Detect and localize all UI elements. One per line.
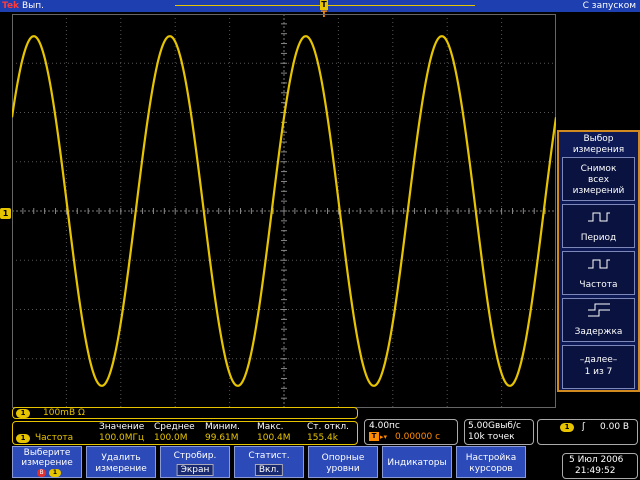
- datetime-readout: 5 Июл 2006 21:49:52: [562, 453, 638, 479]
- frequency-button[interactable]: Частота: [562, 251, 635, 295]
- select-meas-line2: измерение: [21, 458, 73, 468]
- sample-rate: 5.00Gвыб/с: [468, 421, 521, 431]
- waveform-display[interactable]: [12, 14, 556, 408]
- trigger-level: 0.00 B: [600, 422, 630, 432]
- time: 21:49:52: [575, 466, 616, 476]
- run-state: Вып.: [22, 1, 45, 11]
- side-menu-title: Выбор измерения: [559, 134, 638, 156]
- remove-meas-line1: Удалить: [101, 453, 141, 463]
- trigger-readout[interactable]: 1 ʃ 0.00 B: [537, 419, 638, 445]
- statistics-label: Статист.: [248, 451, 290, 461]
- trigger-offset-icon: T: [369, 432, 379, 441]
- gating-button[interactable]: Стробир. Экран: [160, 446, 230, 478]
- acquisition-readout[interactable]: 5.00Gвыб/с 10k точек: [464, 419, 534, 445]
- period-label: Период: [580, 233, 617, 243]
- meas-ch1-badge: 1: [16, 434, 30, 443]
- meas-header-mean: Среднее: [154, 422, 195, 432]
- side-menu-title-line1: Выбор: [583, 134, 614, 144]
- bottom-menu: Выберите измерение B 1 Удалить измерение…: [0, 446, 640, 480]
- snapshot-all-button[interactable]: Снимок всех измерений: [562, 157, 635, 201]
- gating-value: Экран: [176, 464, 214, 476]
- indicators-label: Индикаторы: [387, 458, 447, 468]
- reference-levels-button[interactable]: Опорные уровни: [308, 446, 378, 478]
- ref-levels-line1: Опорные: [321, 453, 365, 463]
- horizontal-scale: 4.00пс: [369, 421, 400, 431]
- meas-header-value: Значение: [99, 422, 145, 432]
- statistics-value: Вкл.: [254, 464, 284, 476]
- snapshot-line1: Снимок: [580, 164, 617, 174]
- period-button[interactable]: Период: [562, 204, 635, 248]
- gating-label: Стробир.: [173, 451, 217, 461]
- trigger-position-marker: T: [320, 0, 328, 10]
- remove-measurement-button[interactable]: Удалить измерение: [86, 446, 156, 478]
- horizontal-position: 0.00000 с: [395, 432, 441, 442]
- trigger-slope-icon: ʃ: [582, 422, 586, 432]
- date: 5 Июл 2006: [569, 455, 624, 465]
- delay-button[interactable]: Задержка: [562, 298, 635, 342]
- ch1-badge: 1: [16, 409, 30, 418]
- record-length: 10k точек: [468, 432, 515, 442]
- more-line1: –далее–: [579, 355, 618, 365]
- ch1-source-badge: 1: [49, 469, 61, 477]
- more-button[interactable]: –далее– 1 из 7: [562, 345, 635, 389]
- meas-mean: 100.0M: [154, 433, 188, 443]
- horizontal-readout[interactable]: 4.00пс T ▸▾ 0.00000 с: [364, 419, 458, 445]
- meas-value: 100.0МГц: [99, 433, 145, 443]
- frequency-icon: [588, 259, 610, 269]
- tek-logo: Tek: [2, 1, 20, 11]
- ch1-scale-readout[interactable]: 1 100mB Ω: [12, 407, 358, 419]
- indicators-button[interactable]: Индикаторы: [382, 446, 452, 478]
- trigger-source-badge: 1: [560, 423, 574, 432]
- trigger-mode: С запуском: [582, 1, 636, 11]
- measurement-readout[interactable]: 1 Частота Значение Среднее Миним. Макс. …: [12, 421, 358, 445]
- meas-header-max: Макс.: [257, 422, 284, 432]
- statistics-button[interactable]: Статист. Вкл.: [234, 446, 304, 478]
- more-line2: 1 из 7: [584, 367, 613, 377]
- delay-icon: [588, 303, 610, 317]
- ch1-scale-value: 100mB Ω: [43, 408, 85, 418]
- frequency-label: Частота: [579, 280, 618, 290]
- side-menu-title-line2: измерения: [572, 145, 625, 155]
- cursor-setup-line2: курсоров: [469, 464, 513, 474]
- bus-badge: B: [37, 469, 46, 477]
- cursor-setup-button[interactable]: Настройка курсоров: [456, 446, 526, 478]
- meas-stddev: 155.4k: [307, 433, 338, 443]
- meas-header-min: Миним.: [205, 422, 240, 432]
- remove-meas-line2: измерение: [95, 464, 147, 474]
- meas-min: 99.61M: [205, 433, 239, 443]
- graticule-grid: [12, 14, 556, 408]
- ch1-ground-marker[interactable]: 1: [0, 208, 11, 219]
- snapshot-line3: измерений: [572, 186, 625, 196]
- ref-levels-line2: уровни: [326, 464, 360, 474]
- delay-label: Задержка: [574, 327, 623, 337]
- meas-header-stddev: Ст. откл.: [307, 422, 350, 432]
- period-icon: [588, 212, 610, 222]
- trigger-arrow-icon: ▸▾: [380, 433, 388, 441]
- select-measurement-button[interactable]: Выберите измерение B 1: [12, 446, 82, 478]
- meas-name: Частота: [35, 433, 74, 443]
- snapshot-line2: всех: [587, 175, 610, 185]
- cursor-setup-line1: Настройка: [465, 453, 517, 463]
- meas-max: 100.4M: [257, 433, 291, 443]
- side-menu: Выбор измерения Снимок всех измерений Пе…: [557, 130, 640, 392]
